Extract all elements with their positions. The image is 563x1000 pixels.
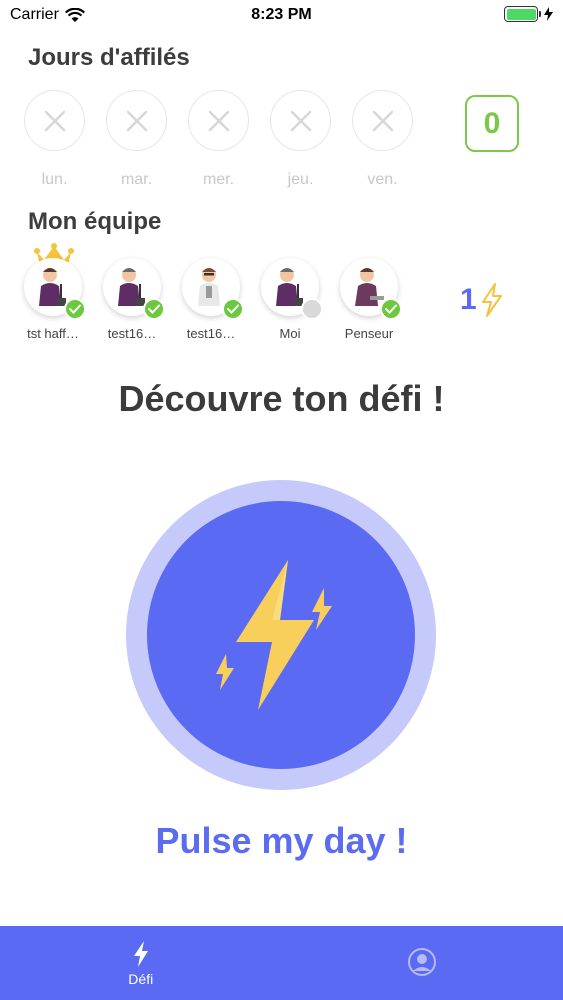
- avatar: [182, 258, 244, 320]
- cross-icon: [208, 110, 229, 131]
- check-icon: [227, 304, 239, 314]
- team-member[interactable]: tst haff…: [22, 243, 86, 341]
- day-item: mer.: [188, 90, 249, 189]
- streak-count-badge: 0: [465, 95, 519, 152]
- day-label: ven.: [367, 171, 398, 188]
- day-item: mar.: [106, 90, 167, 189]
- pulse-button-inner: [147, 501, 415, 769]
- day-circle: [188, 90, 249, 151]
- cross-icon: [44, 110, 65, 131]
- member-name: test16…: [186, 326, 236, 341]
- status-bar-right: [504, 6, 553, 22]
- check-icon: [148, 304, 160, 314]
- status-badge: [301, 298, 323, 320]
- day-item: lun.: [24, 90, 85, 189]
- day-item: ven.: [352, 90, 413, 189]
- pulse-button[interactable]: [126, 480, 436, 790]
- lightning-icon: [216, 560, 332, 710]
- battery-icon: [504, 6, 541, 22]
- team-title: Mon équipe: [28, 208, 162, 235]
- challenge-title: Découvre ton défi !: [118, 378, 445, 419]
- team-member[interactable]: test16…: [101, 258, 165, 341]
- cross-icon: [290, 110, 311, 131]
- avatar: [340, 258, 402, 320]
- team-member[interactable]: Penseur: [338, 258, 402, 341]
- status-badge: [64, 298, 86, 320]
- member-name: test16…: [107, 326, 157, 341]
- cross-icon: [126, 110, 147, 131]
- day-circle: [24, 90, 85, 151]
- member-name: tst haff…: [27, 326, 79, 341]
- cross-icon: [372, 110, 393, 131]
- check-icon: [69, 304, 81, 314]
- day-item: jeu.: [270, 90, 331, 189]
- streak-title: Jours d'affilés: [28, 44, 190, 71]
- day-label: mar.: [120, 171, 153, 188]
- team-member[interactable]: test16…: [180, 258, 244, 341]
- avatar: [103, 258, 165, 320]
- avatar: [261, 258, 323, 320]
- status-badge: [380, 298, 402, 320]
- tab-bar: Défi: [0, 926, 563, 1000]
- tab-profile[interactable]: [282, 926, 563, 1000]
- tab-label: Défi: [128, 970, 154, 987]
- check-icon: [385, 304, 397, 314]
- team-list: tst haff… test16… test16… Moi Penseur: [22, 243, 402, 341]
- status-badge: [222, 298, 244, 320]
- day-label: lun.: [41, 171, 68, 188]
- day-label: jeu.: [287, 171, 314, 188]
- day-circle: [352, 90, 413, 151]
- status-badge: [143, 298, 165, 320]
- member-name: Penseur: [344, 326, 394, 341]
- energy-count: 1: [460, 283, 477, 316]
- member-name: Moi: [279, 326, 301, 341]
- team-energy: 1: [460, 283, 505, 317]
- day-label: mer.: [202, 171, 235, 188]
- charging-icon: [544, 7, 553, 21]
- status-time: 8:23 PM: [251, 6, 312, 23]
- pulse-my-day-label[interactable]: Pulse my day !: [0, 820, 563, 862]
- streak-days: lun. mar. mer. jeu. ven.: [24, 90, 413, 189]
- day-circle: [106, 90, 167, 151]
- day-circle: [270, 90, 331, 151]
- profile-icon: [408, 947, 437, 976]
- status-bar: Carrier 8:23 PM: [0, 0, 563, 30]
- team-member[interactable]: Moi: [259, 258, 323, 341]
- lightning-icon: [133, 940, 148, 967]
- avatar: [24, 258, 86, 320]
- lightning-icon: [481, 283, 502, 317]
- tab-defi[interactable]: Défi: [0, 926, 282, 1000]
